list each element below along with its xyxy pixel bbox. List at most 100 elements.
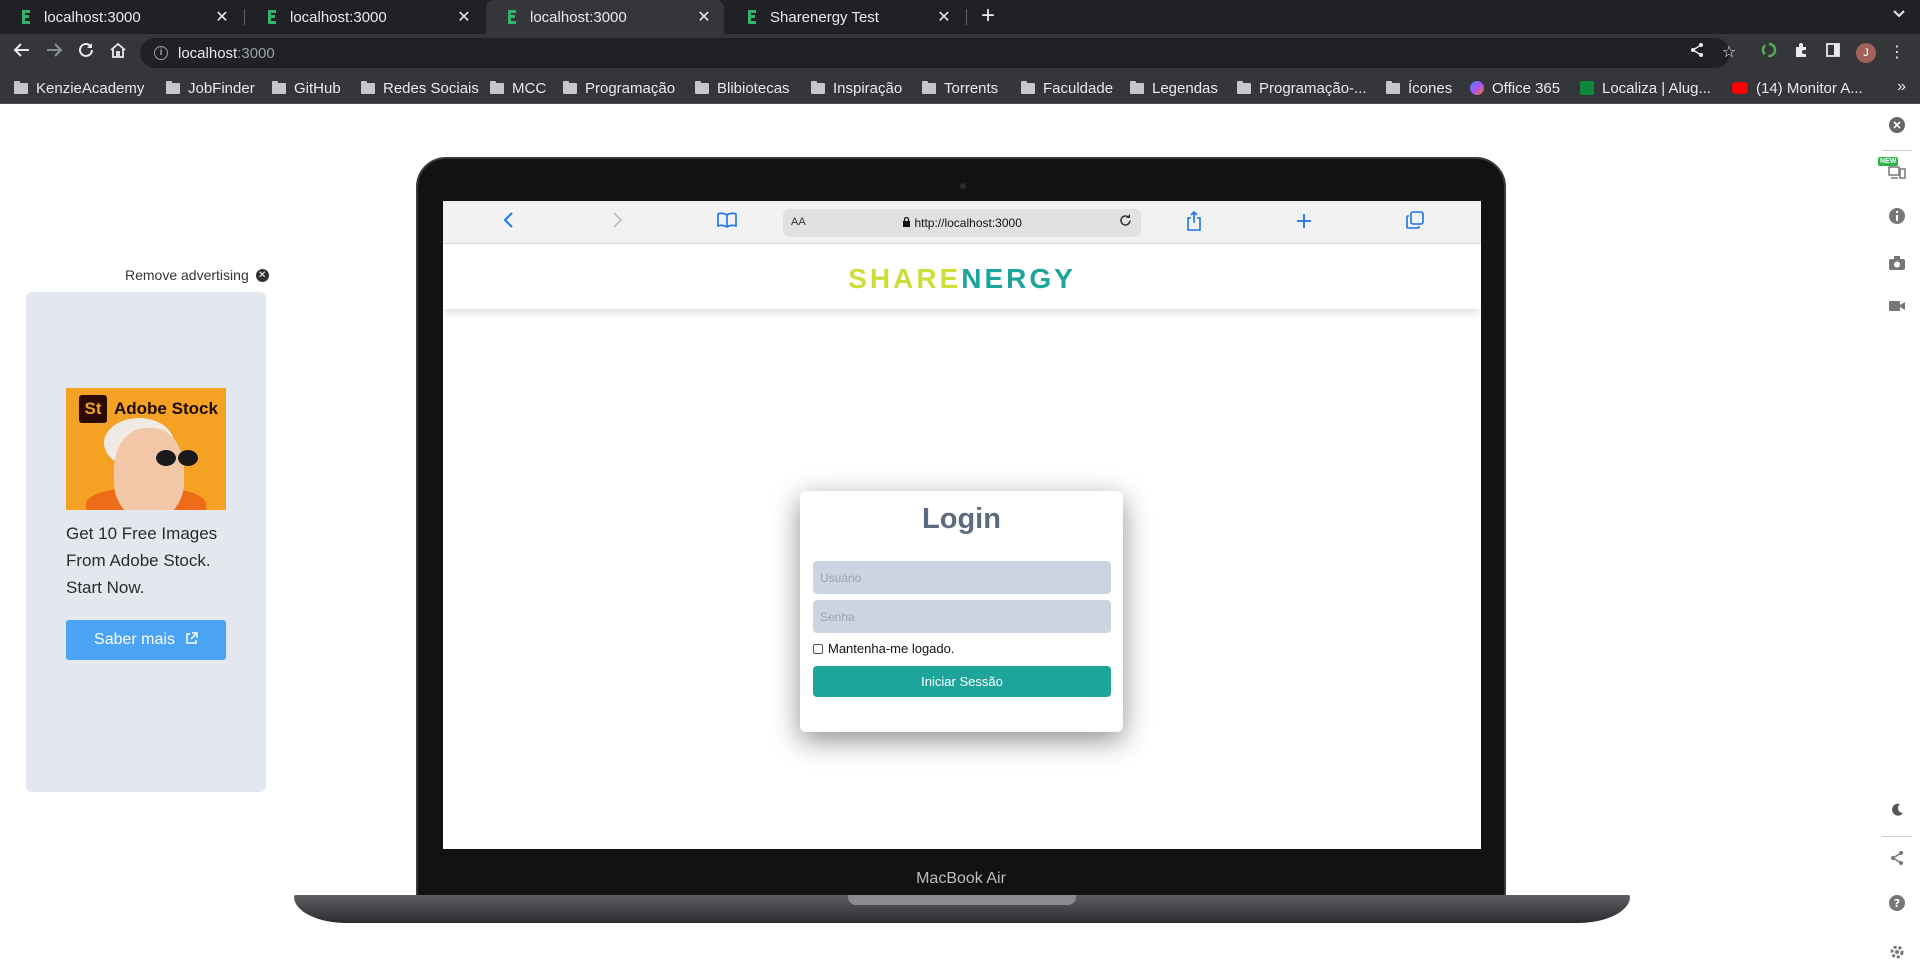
tab-2[interactable]: localhost:3000 ✕ bbox=[246, 0, 484, 34]
browser-toolbar: i localhost:3000 ☆ J ⋮ bbox=[0, 34, 1920, 72]
bookmark-label: Programação-... bbox=[1259, 79, 1367, 97]
safari-back-icon[interactable] bbox=[496, 211, 520, 235]
video-camera-icon[interactable] bbox=[1886, 298, 1908, 320]
folder-icon bbox=[811, 80, 825, 94]
site-info-icon[interactable]: i bbox=[154, 46, 168, 60]
tab-close-icon[interactable]: ✕ bbox=[214, 7, 230, 27]
office-365-icon bbox=[1470, 81, 1484, 95]
address-bar[interactable]: i localhost:3000 bbox=[140, 38, 1730, 68]
browser-menu-icon[interactable]: ⋮ bbox=[1886, 42, 1908, 64]
bookmark-folder[interactable]: Programação-... bbox=[1237, 72, 1367, 104]
settings-gear-icon[interactable] bbox=[1886, 943, 1908, 965]
tab-close-icon[interactable]: ✕ bbox=[936, 7, 952, 27]
new-tab-icon[interactable]: + bbox=[975, 4, 1001, 30]
safari-reload-icon[interactable] bbox=[1118, 213, 1133, 232]
tab-3-active[interactable]: localhost:3000 ✕ bbox=[486, 0, 724, 34]
bookmark-folder[interactable]: MCC bbox=[490, 72, 546, 104]
bookmark-label: JobFinder bbox=[188, 79, 255, 97]
tab-title: Sharenergy Test bbox=[770, 8, 879, 26]
tab-4[interactable]: Sharenergy Test ✕ bbox=[726, 0, 964, 34]
share-icon[interactable] bbox=[1686, 42, 1708, 64]
folder-icon bbox=[922, 80, 936, 94]
bookmark-folder[interactable]: Faculdade bbox=[1021, 72, 1113, 104]
login-submit-button[interactable]: Iniciar Sessão bbox=[813, 666, 1111, 697]
bookmark-link[interactable]: (14) Monitor A... bbox=[1732, 72, 1863, 104]
bookmark-folder[interactable]: Redes Sociais bbox=[361, 72, 479, 104]
devices-icon[interactable] bbox=[1886, 164, 1908, 186]
info-icon[interactable] bbox=[1886, 207, 1908, 229]
safari-url: http://localhost:3000 bbox=[783, 216, 1141, 230]
share-icon[interactable] bbox=[1886, 850, 1908, 872]
bookmark-folder[interactable]: Ícones bbox=[1386, 72, 1452, 104]
learn-more-button[interactable]: Saber mais bbox=[66, 620, 226, 660]
extension-colorful-icon[interactable] bbox=[1758, 42, 1780, 64]
bookmark-label: GitHub bbox=[294, 79, 341, 97]
bookmark-folder[interactable]: Inspiração bbox=[811, 72, 902, 104]
bookmark-folder[interactable]: KenzieAcademy bbox=[14, 72, 144, 104]
bookmark-label: Programação bbox=[585, 79, 676, 97]
profile-avatar[interactable]: J bbox=[1856, 43, 1876, 63]
bookmark-link[interactable]: Localiza | Alug... bbox=[1580, 72, 1711, 104]
ad-text: Get 10 Free Images From Adobe Stock. Sta… bbox=[66, 524, 218, 597]
remember-checkbox[interactable] bbox=[813, 643, 823, 654]
tab-search-chevron-icon[interactable] bbox=[1892, 6, 1906, 22]
remember-me[interactable]: Mantenha-me logado. bbox=[813, 641, 954, 656]
bookmark-folder[interactable]: JobFinder bbox=[166, 72, 255, 104]
bookmark-star-icon[interactable]: ☆ bbox=[1718, 42, 1740, 64]
bookmark-label: Faculdade bbox=[1043, 79, 1114, 97]
forward-icon[interactable] bbox=[42, 41, 66, 65]
extensions-puzzle-icon[interactable] bbox=[1790, 42, 1812, 64]
login-card: Login Mantenha-me logado. Iniciar Sessão bbox=[800, 491, 1123, 732]
help-icon[interactable]: ? bbox=[1886, 894, 1908, 916]
folder-icon bbox=[166, 80, 180, 94]
tab-1[interactable]: localhost:3000 ✕ bbox=[0, 0, 242, 34]
safari-forward-icon[interactable] bbox=[606, 211, 630, 235]
safari-share-icon[interactable] bbox=[1182, 210, 1206, 235]
remember-label: Mantenha-me logado. bbox=[828, 641, 955, 656]
sidebar-divider bbox=[1882, 836, 1912, 837]
safari-toolbar: AA http://localhost:3000 bbox=[443, 201, 1481, 244]
bookmark-folder[interactable]: GitHub bbox=[272, 72, 341, 104]
safari-tabs-icon[interactable] bbox=[1403, 211, 1427, 235]
close-circle-icon[interactable] bbox=[1886, 116, 1908, 138]
password-input[interactable] bbox=[813, 600, 1111, 633]
side-panel-icon[interactable] bbox=[1822, 42, 1844, 64]
reload-icon[interactable] bbox=[74, 41, 98, 65]
tab-close-icon[interactable]: ✕ bbox=[456, 7, 472, 27]
username-input[interactable] bbox=[813, 561, 1111, 594]
camera-icon[interactable] bbox=[1886, 255, 1908, 277]
safari-new-tab-icon[interactable] bbox=[1292, 211, 1316, 235]
remove-advertising-link[interactable]: Remove advertising ✕ bbox=[125, 267, 269, 283]
tab-close-icon[interactable]: ✕ bbox=[696, 7, 712, 27]
app-favicon-icon bbox=[746, 9, 758, 25]
remove-advertising-label: Remove advertising bbox=[125, 267, 249, 283]
bookmark-link[interactable]: Office 365 bbox=[1470, 72, 1560, 104]
ad-image[interactable]: St Adobe Stock bbox=[66, 388, 226, 510]
folder-icon bbox=[1386, 80, 1400, 94]
dark-mode-moon-icon[interactable] bbox=[1886, 802, 1908, 824]
macbook-camera bbox=[960, 183, 966, 189]
bookmark-folder[interactable]: Blibiotecas bbox=[695, 72, 790, 104]
safari-address-bar[interactable]: AA http://localhost:3000 bbox=[783, 209, 1141, 237]
folder-icon bbox=[272, 80, 286, 94]
app-favicon-icon bbox=[266, 9, 278, 25]
home-icon[interactable] bbox=[106, 41, 130, 65]
localiza-icon bbox=[1580, 81, 1594, 95]
bookmark-folder[interactable]: Legendas bbox=[1130, 72, 1218, 104]
adobe-stock-logo: St bbox=[79, 395, 107, 423]
sharenergy-logo[interactable]: SHARENERGY bbox=[443, 263, 1481, 295]
bookmark-label: Blibiotecas bbox=[717, 79, 790, 97]
close-circle-icon[interactable]: ✕ bbox=[255, 268, 269, 282]
safari-bookmarks-book-icon[interactable] bbox=[715, 211, 739, 235]
folder-icon bbox=[1237, 80, 1251, 94]
more-bookmarks-icon[interactable]: » bbox=[1897, 78, 1906, 96]
bookmark-folder[interactable]: Programação bbox=[563, 72, 675, 104]
bookmark-folder[interactable]: Torrents bbox=[922, 72, 998, 104]
bookmark-label: (14) Monitor A... bbox=[1756, 79, 1863, 97]
back-icon[interactable] bbox=[10, 41, 34, 65]
tab-title: localhost:3000 bbox=[530, 8, 627, 26]
device-label: MacBook Air bbox=[916, 870, 1006, 887]
app-favicon-icon bbox=[20, 9, 32, 25]
device-screen: AA http://localhost:3000 SHARENERGY Logi… bbox=[443, 201, 1481, 849]
folder-icon bbox=[1130, 80, 1144, 94]
